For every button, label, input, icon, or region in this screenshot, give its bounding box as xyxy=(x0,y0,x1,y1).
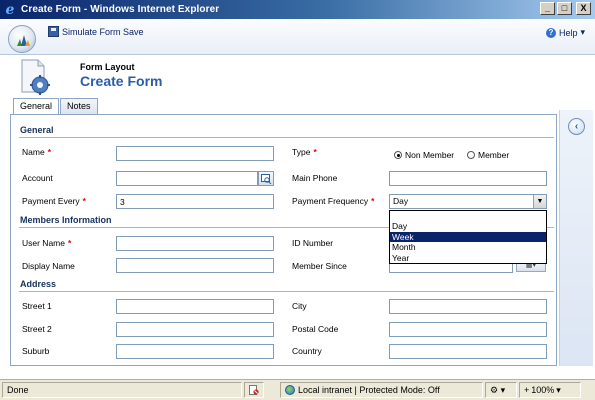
security-zone-text: Local intranet | Protected Mode: Off xyxy=(298,385,440,395)
minimize-button[interactable]: _ xyxy=(540,2,555,15)
display-name-label: Display Name xyxy=(22,261,75,271)
user-name-input[interactable] xyxy=(116,236,274,251)
chevron-down-icon: ▾ xyxy=(580,27,585,37)
section-divider xyxy=(19,137,554,138)
help-icon: ? xyxy=(545,27,556,38)
section-title-address: Address xyxy=(20,279,57,289)
window-title: Create Form - Windows Internet Explorer xyxy=(21,4,220,15)
save-icon xyxy=(48,26,59,37)
type-non-member-radio[interactable]: Non Member xyxy=(394,150,454,160)
suburb-label: Suburb xyxy=(22,346,50,356)
payment-frequency-dropdown-list: Day Week Month Year xyxy=(389,210,547,264)
dropdown-arrow-icon[interactable]: ▼ xyxy=(533,195,546,208)
collapse-left-arrow-icon[interactable]: ‹ xyxy=(568,118,585,135)
payment-frequency-select[interactable]: Day ▼ xyxy=(389,194,547,209)
postal-code-label: Postal Code xyxy=(292,324,339,334)
lookup-icon xyxy=(261,174,272,184)
crm-logo-icon xyxy=(17,35,30,46)
status-text: Done xyxy=(2,382,242,398)
name-input[interactable] xyxy=(116,146,274,161)
radio-unchecked-icon xyxy=(467,151,475,159)
street1-label: Street 1 xyxy=(22,301,52,311)
zoom-control[interactable]: + 100% ▾ xyxy=(519,382,581,398)
name-label: Name * xyxy=(22,147,51,157)
zoom-icon: + xyxy=(524,385,530,395)
help-button[interactable]: ? Help ▾ xyxy=(545,27,585,38)
main-phone-label: Main Phone xyxy=(292,173,338,183)
tab-notes[interactable]: Notes xyxy=(60,98,98,114)
street1-input[interactable] xyxy=(116,299,274,314)
radio-checked-icon xyxy=(394,151,402,159)
chevron-down-icon: ▾ xyxy=(556,384,561,395)
right-navigation-rail: ‹ xyxy=(559,110,593,366)
main-phone-input[interactable] xyxy=(389,171,547,186)
postal-code-input[interactable] xyxy=(389,322,547,337)
street2-input[interactable] xyxy=(116,322,274,337)
dropdown-option-week[interactable]: Week xyxy=(390,231,546,242)
status-bar: Done Local intranet | Protected Mode: Of… xyxy=(0,379,595,400)
member-since-label: Member Since xyxy=(292,261,347,271)
zoom-level: 100% xyxy=(531,385,555,395)
street2-label: Street 2 xyxy=(22,324,52,334)
account-lookup-button[interactable] xyxy=(258,171,274,186)
type-member-label: Member xyxy=(478,150,510,160)
city-input[interactable] xyxy=(389,299,547,314)
close-button[interactable]: X xyxy=(576,2,591,15)
maximize-button[interactable]: □ xyxy=(557,2,572,15)
section-divider xyxy=(19,291,554,292)
payment-every-input[interactable] xyxy=(116,194,274,209)
type-member-radio[interactable]: Member xyxy=(467,150,509,160)
dropdown-option-day[interactable]: Day xyxy=(390,221,546,232)
dropdown-option-month[interactable]: Month xyxy=(390,242,546,253)
blocked-page-icon xyxy=(249,385,259,395)
form-panel: General Name* Account Payment Every* Typ… xyxy=(10,114,557,366)
suburb-input[interactable] xyxy=(116,344,274,359)
form-gear-icon xyxy=(21,59,50,95)
globe-icon xyxy=(285,385,295,395)
simulate-form-save-label: Simulate Form Save xyxy=(62,26,144,37)
type-label: Type * xyxy=(292,147,317,157)
window-titlebar: e Create Form - Windows Internet Explore… xyxy=(0,0,595,19)
payment-frequency-label: Payment Frequency * xyxy=(292,196,375,206)
payment-frequency-value: Day xyxy=(393,196,409,206)
account-input[interactable] xyxy=(116,171,258,186)
form-layout-label: Form Layout xyxy=(80,62,135,72)
simulate-form-save-button[interactable]: Simulate Form Save xyxy=(48,26,144,37)
tab-general[interactable]: General xyxy=(13,98,60,115)
payment-every-label: Payment Every * xyxy=(22,196,86,206)
dropdown-option-year[interactable]: Year xyxy=(390,253,546,264)
section-title-members: Members Information xyxy=(20,215,112,225)
display-name-input[interactable] xyxy=(116,258,274,273)
window-controls: _ □ X xyxy=(540,2,591,15)
id-number-label: ID Number xyxy=(292,238,334,248)
section-title-general: General xyxy=(20,125,54,135)
city-label: City xyxy=(292,301,307,311)
form-toolbar: Simulate Form Save ? Help ▾ xyxy=(0,19,595,55)
page-title: Create Form xyxy=(80,73,163,89)
type-non-member-label: Non Member xyxy=(405,150,455,160)
blocked-content-icon[interactable] xyxy=(244,382,264,398)
user-name-label: User Name * xyxy=(22,238,72,248)
chevron-down-icon: ▾ xyxy=(500,385,506,395)
tools-gear-icon: ⚙ xyxy=(490,385,499,395)
account-label: Account xyxy=(22,173,53,183)
ie-logo-icon: e xyxy=(5,1,15,18)
form-header: Form Layout Create Form xyxy=(0,55,595,97)
security-zone-indicator[interactable]: Local intranet | Protected Mode: Off xyxy=(280,382,483,398)
protected-mode-tools-button[interactable]: ⚙ ▾ xyxy=(485,382,517,398)
app-menu-orb[interactable] xyxy=(8,25,36,53)
country-label: Country xyxy=(292,346,322,356)
form-tabs: General Notes xyxy=(13,98,99,115)
help-label: Help xyxy=(558,27,578,38)
country-input[interactable] xyxy=(389,344,547,359)
